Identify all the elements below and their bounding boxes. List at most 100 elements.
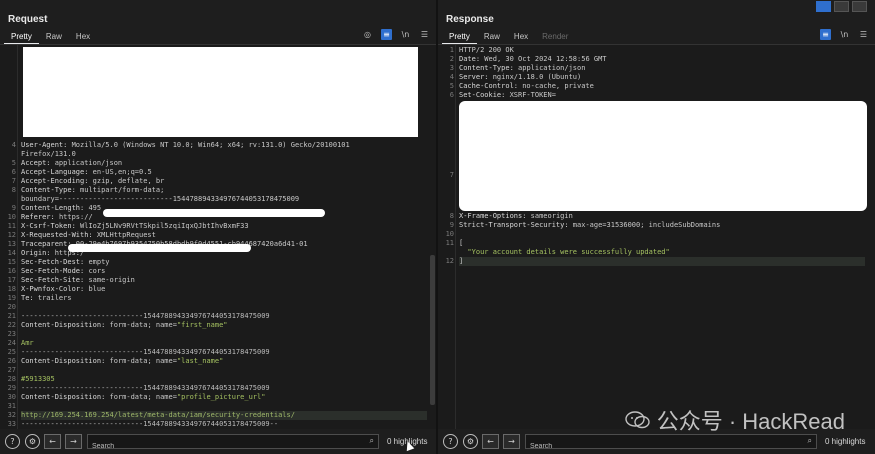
response-tab-hex[interactable]: Hex (507, 30, 535, 43)
code-text: en-US,en;q=0.5 (92, 168, 152, 176)
newline-icon[interactable]: \n (839, 29, 850, 40)
layout-tabs-icon[interactable] (852, 1, 867, 12)
help-icon[interactable]: ? (5, 433, 20, 449)
line-number: 9 (449, 221, 454, 229)
code-line: 3 Content-Type: application/json (450, 64, 865, 73)
code-line: 20 (8, 303, 427, 312)
string-value: #5913305 (21, 375, 55, 383)
code-text: sameorigin (530, 212, 573, 220)
help-icon[interactable]: ? (443, 433, 458, 449)
code-text: nginx/1.18.0 (Ubuntu) (492, 73, 582, 81)
code-line: boundary=---------------------------1544… (21, 195, 427, 204)
line-number: 31 (7, 402, 16, 410)
request-search-box[interactable]: ⌕ (87, 433, 386, 453)
header-name: Content-Type: (21, 186, 81, 194)
header-name: Sec-Fetch-Mode: (21, 267, 89, 275)
code-text: XMLHttpRequest (96, 231, 156, 239)
header-name: Accept: (21, 159, 55, 167)
line-number: 12 (7, 231, 16, 239)
response-editor[interactable]: 1 HTTP/2 200 OK 2 Date: Wed, 30 Oct 2024 12… (438, 44, 875, 429)
code-text: -----------------------------15447889433… (21, 420, 279, 428)
code-text: [ (459, 239, 464, 247)
forward-arrow-icon[interactable]: → (503, 433, 520, 449)
redaction-origin (68, 244, 251, 252)
code-line: Firefox/131.0 (21, 150, 427, 159)
settings-gear-icon[interactable]: ⚙ (463, 433, 478, 449)
code-text: blue (88, 285, 106, 293)
layout-stacked-icon[interactable] (834, 1, 849, 12)
header-name: X-Csrf-Token: (21, 222, 81, 230)
response-title: Response (446, 14, 494, 25)
request-toolbar: ◎ ≡ \n ☰ (362, 29, 430, 40)
code-text: multipart/form-data; (80, 186, 165, 194)
line-number: 3 (449, 64, 454, 72)
header-name: Sec-Fetch-Dest: (21, 258, 89, 266)
line-number: 19 (7, 294, 16, 302)
request-tab-pretty[interactable]: Pretty (4, 30, 39, 45)
back-arrow-icon[interactable]: ← (482, 433, 499, 449)
search-icon[interactable]: ⌕ (808, 436, 812, 446)
line-number: 14 (7, 249, 16, 257)
newline-icon[interactable]: \n (400, 29, 411, 40)
header-name: X-Pwnfox-Color: (21, 285, 89, 293)
search-icon[interactable]: ⌕ (370, 436, 374, 446)
response-tabs: Pretty Raw Hex Render (442, 30, 575, 45)
request-scrollbar[interactable] (429, 45, 436, 429)
hide-eye-icon[interactable]: ◎ (362, 29, 373, 40)
header-name: Set-Cookie: (459, 91, 510, 99)
code-text: max-age=31536000; includeSubDomains (572, 221, 721, 229)
pretty-wrap-icon[interactable]: ≡ (381, 29, 392, 40)
request-pane: Request Pretty Raw Hex ◎ ≡ \n ☰ 4 User-Ag… (0, 0, 437, 454)
settings-gear-icon[interactable]: ⚙ (25, 433, 40, 449)
header-name: Content-Disposition: (21, 357, 110, 365)
redaction-referer (103, 209, 325, 217)
line-number: 24 (7, 339, 16, 347)
request-search-input[interactable] (88, 439, 386, 453)
forward-arrow-icon[interactable]: → (65, 433, 82, 449)
response-tab-render[interactable]: Render (535, 30, 575, 43)
line-number: 30 (7, 393, 16, 401)
request-tab-hex[interactable]: Hex (69, 30, 97, 43)
menu-icon[interactable]: ☰ (419, 29, 430, 40)
code-line: 32 http://169.254.169.254/latest/meta-dat… (8, 411, 427, 420)
response-scrollbar[interactable] (867, 45, 874, 429)
line-number: 8 (449, 212, 454, 220)
request-editor[interactable]: 4 User-Agent: Mozilla/5.0 (Windows NT 10.… (0, 44, 437, 429)
response-tab-raw[interactable]: Raw (477, 30, 507, 43)
line-number: 32 (7, 411, 16, 419)
code-text: WlIoZj5LNv9RVtTSkpil5zqiIqxQJbtIhvBxmF33 (80, 222, 249, 230)
code-line: 5 Cache-Control: no-cache, private (450, 82, 865, 91)
redaction-cookie (459, 101, 867, 211)
header-name: Accept-Encoding: (21, 177, 93, 185)
header-name: Server: (459, 73, 493, 81)
code-line: 2 Date: Wed, 30 Oct 2024 12:58:56 GMT (450, 55, 865, 64)
code-text: -----------------------------15447889433… (21, 384, 270, 392)
pretty-wrap-icon[interactable]: ≡ (820, 29, 831, 40)
string-value: "profile_picture_url" (176, 393, 266, 401)
code-text: -----------------------------15447889433… (21, 312, 270, 320)
response-tab-pretty[interactable]: Pretty (442, 30, 477, 45)
line-number: 17 (7, 276, 16, 284)
code-text: XSRF-TOKEN= (509, 91, 556, 99)
header-name: Strict-Transport-Security: (459, 221, 573, 229)
code-line: "Your account details were successfully … (459, 248, 865, 257)
line-number: 33 (7, 420, 16, 428)
code-line: 6 Set-Cookie: XSRF-TOKEN= (450, 91, 865, 100)
code-text: boundary=---------------------------1544… (21, 195, 300, 203)
menu-icon[interactable]: ☰ (858, 29, 869, 40)
line-number: 9 (11, 204, 16, 212)
request-tab-raw[interactable]: Raw (39, 30, 69, 43)
header-name: X-Requested-With: (21, 231, 97, 239)
code-text: application/json (518, 64, 586, 72)
back-arrow-icon[interactable]: ← (44, 433, 61, 449)
code-text: form-data; name= (109, 357, 177, 365)
layout-side-by-side-icon[interactable] (816, 1, 831, 12)
code-text: Wed, 30 Oct 2024 12:58:56 GMT (484, 55, 607, 63)
code-line: 4 Server: nginx/1.18.0 (Ubuntu) (450, 73, 865, 82)
response-search-input[interactable] (526, 439, 824, 453)
line-number: 8 (11, 186, 16, 194)
code-line: 16 Sec-Fetch-Mode: cors (8, 267, 427, 276)
code-line: 31 (8, 402, 427, 411)
string-value: "first_name" (176, 321, 228, 329)
string-value: Amr (21, 339, 34, 347)
